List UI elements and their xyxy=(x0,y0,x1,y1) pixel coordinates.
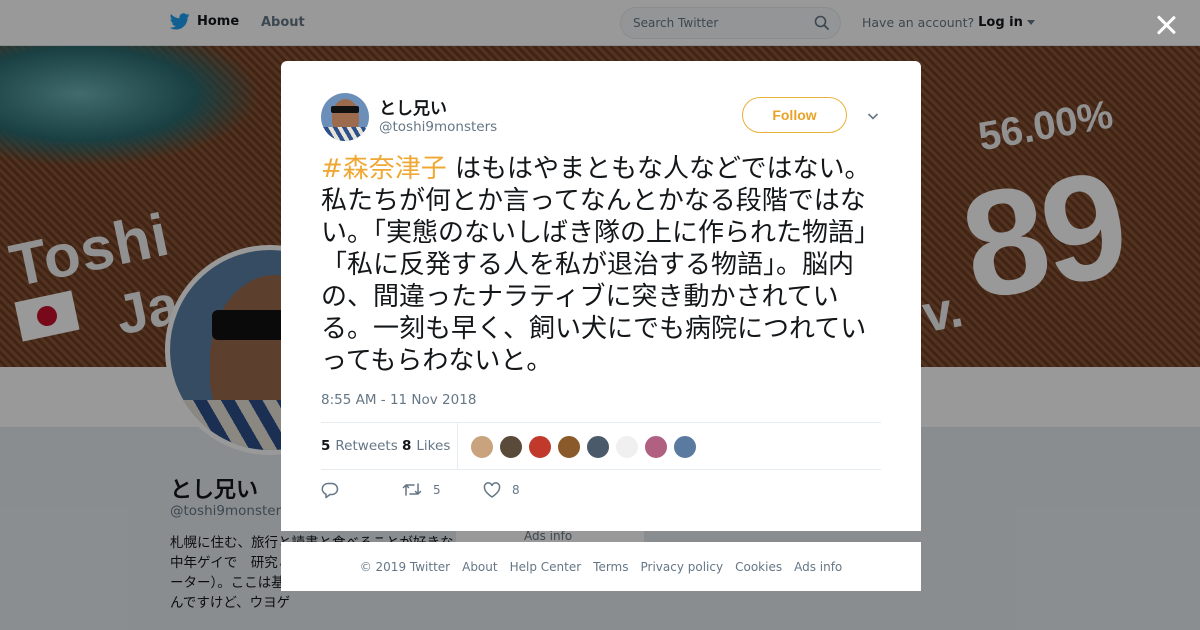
footer-copyright: © 2019 Twitter xyxy=(359,559,451,574)
retweet-count: 5 xyxy=(321,438,331,454)
footer-help-link[interactable]: Help Center xyxy=(510,560,582,574)
liker-avatar[interactable] xyxy=(673,435,697,459)
like-action-count: 8 xyxy=(512,483,520,497)
retweet-label: Retweets xyxy=(335,438,398,454)
retweets-stat[interactable]: 5 Retweets xyxy=(321,438,398,454)
liker-avatar[interactable] xyxy=(528,435,552,459)
tweet-stats: 5 Retweets 8 Likes xyxy=(321,422,881,470)
liker-avatar[interactable] xyxy=(615,435,639,459)
heart-icon xyxy=(483,482,501,498)
footer-ads-link[interactable]: Ads info xyxy=(794,560,842,574)
likes-stat[interactable]: 8 Likes xyxy=(402,438,450,454)
footer-terms-link[interactable]: Terms xyxy=(593,560,628,574)
liker-avatar[interactable] xyxy=(586,435,610,459)
chevron-down-icon[interactable] xyxy=(867,110,879,122)
stats-divider xyxy=(457,423,458,470)
like-label: Likes xyxy=(416,438,451,454)
retweet-action-count: 5 xyxy=(433,482,441,497)
liker-avatar[interactable] xyxy=(470,435,494,459)
like-count: 8 xyxy=(402,438,412,454)
author-name[interactable]: とし兄い xyxy=(379,94,447,119)
footer-about-link[interactable]: About xyxy=(462,560,497,574)
footer-privacy-link[interactable]: Privacy policy xyxy=(641,560,724,574)
author-avatar[interactable] xyxy=(321,93,369,141)
tweet-text: #森奈津子 はもはやまともな人などではない。私たちが何とか言ってなんとかなる段階… xyxy=(321,153,886,377)
avatar-sunglasses xyxy=(331,106,359,113)
liker-avatar[interactable] xyxy=(644,435,668,459)
liker-avatar[interactable] xyxy=(499,435,523,459)
footer-cookies-link[interactable]: Cookies xyxy=(735,560,782,574)
avatar-shirt xyxy=(321,127,369,141)
tweet-actions: 5 8 xyxy=(321,482,621,502)
author-handle[interactable]: @toshi9monsters xyxy=(379,119,497,135)
retweet-icon xyxy=(402,483,422,496)
close-icon[interactable] xyxy=(1154,13,1178,37)
liker-avatars xyxy=(470,435,697,459)
follow-button[interactable]: Follow xyxy=(742,97,847,133)
retweet-button[interactable]: 5 xyxy=(402,482,441,497)
tweet-body: はもはやまともな人などではない。私たちが何とか言ってなんとかなる段階ではない。「… xyxy=(321,154,881,376)
hashtag-link[interactable]: #森奈津子 xyxy=(321,154,447,184)
modal-footer: © 2019 Twitter About Help Center Terms P… xyxy=(281,542,921,591)
reply-icon xyxy=(321,482,339,499)
tweet-timestamp[interactable]: 8:55 AM - 11 Nov 2018 xyxy=(321,392,476,408)
reply-button[interactable] xyxy=(321,482,339,499)
liker-avatar[interactable] xyxy=(557,435,581,459)
tweet-modal: とし兄い @toshi9monsters Follow #森奈津子 はもはやまと… xyxy=(281,61,921,531)
like-button[interactable]: 8 xyxy=(483,482,520,498)
